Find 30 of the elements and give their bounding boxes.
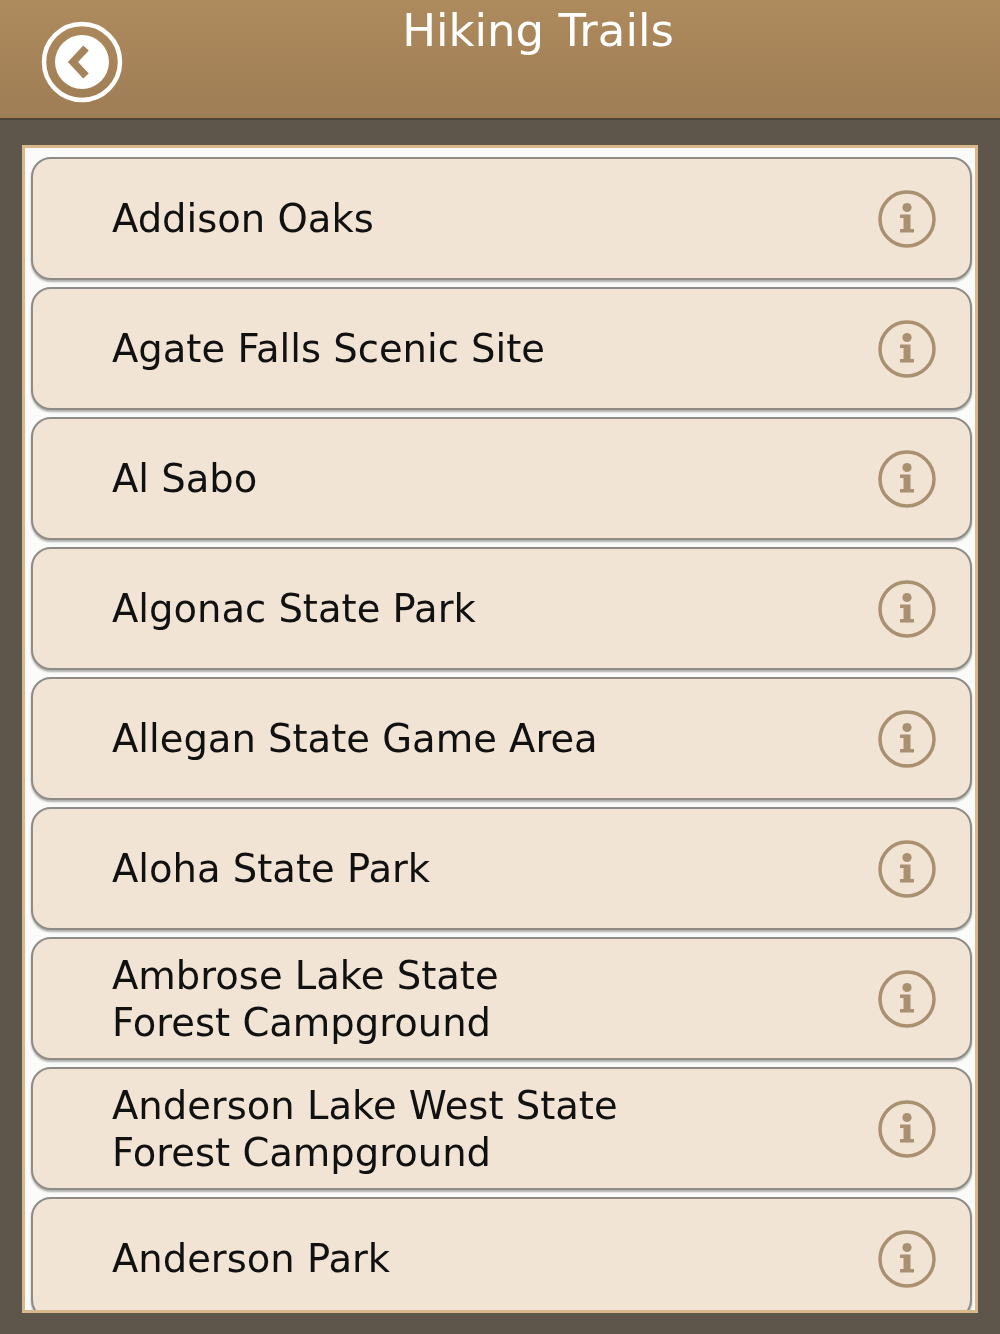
trail-name: Aloha State Park [112, 845, 431, 892]
trail-name: Algonac State Park [112, 585, 476, 632]
trail-name: Addison Oaks [112, 195, 374, 242]
info-icon[interactable] [878, 709, 936, 768]
info-icon[interactable] [878, 319, 936, 378]
info-icon[interactable] [878, 839, 936, 898]
trail-name: Al Sabo [112, 455, 258, 502]
info-icon[interactable] [878, 969, 936, 1028]
info-icon[interactable] [878, 1229, 936, 1288]
trail-name: Anderson Park [112, 1235, 391, 1282]
trail-name: Anderson Lake West State Forest Campground [112, 1081, 618, 1176]
trail-name: Ambrose Lake State Forest Campground [112, 951, 499, 1046]
trail-row[interactable]: Aloha State Park [31, 807, 972, 930]
trail-row[interactable]: Algonac State Park [31, 547, 972, 670]
trail-row[interactable]: Al Sabo [31, 417, 972, 540]
info-icon[interactable] [878, 579, 936, 638]
back-button[interactable] [41, 21, 123, 103]
info-icon[interactable] [878, 1099, 936, 1158]
trail-row[interactable]: Agate Falls Scenic Site [31, 287, 972, 410]
screen-title: Hiking Trails [402, 4, 674, 58]
trail-row[interactable]: Anderson Park [31, 1197, 972, 1310]
trail-row[interactable]: Anderson Lake West State Forest Campground [31, 1067, 972, 1190]
back-icon [41, 21, 123, 103]
info-icon[interactable] [878, 189, 936, 248]
trail-row[interactable]: Allegan State Game Area [31, 677, 972, 800]
trail-name: Allegan State Game Area [112, 715, 598, 762]
trail-row[interactable]: Ambrose Lake State Forest Campground [31, 937, 972, 1060]
trail-name: Agate Falls Scenic Site [112, 325, 545, 372]
info-icon[interactable] [878, 449, 936, 508]
trail-row[interactable]: Addison Oaks [31, 157, 972, 280]
